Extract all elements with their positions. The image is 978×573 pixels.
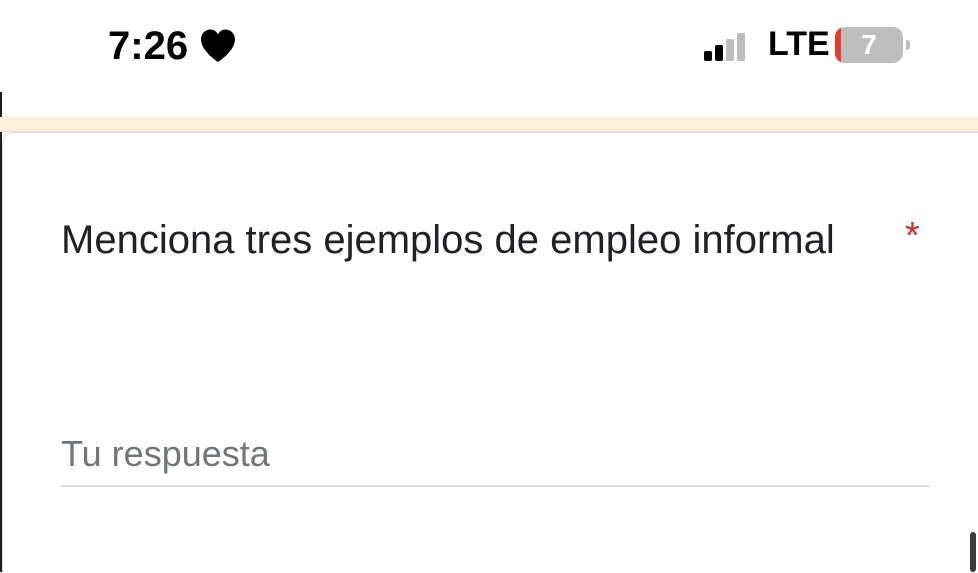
network-type: LTE	[768, 25, 830, 63]
signal-bar	[704, 51, 712, 61]
signal-bar	[737, 33, 745, 61]
cellular-signal-icon	[704, 33, 745, 61]
answer-input[interactable]	[61, 423, 929, 487]
clock-group: 7:26	[108, 22, 238, 70]
battery-body: 7	[835, 27, 903, 63]
signal-bar	[715, 45, 723, 61]
battery-nub	[906, 40, 910, 50]
battery-icon: 7	[835, 27, 913, 63]
required-asterisk: *	[905, 215, 920, 257]
question-title: Menciona tres ejemplos de empleo informa…	[61, 218, 835, 262]
battery-level: 7	[861, 29, 877, 60]
clock-time: 7:26	[108, 23, 189, 68]
signal-bar	[726, 39, 734, 61]
status-bar: 7:26 LTE 7	[0, 0, 978, 92]
heart-icon	[201, 29, 236, 62]
form-header-strip	[0, 117, 978, 132]
scrollbar-thumb[interactable]	[970, 532, 976, 572]
question-card: Menciona tres ejemplos de empleo informa…	[2, 132, 978, 573]
